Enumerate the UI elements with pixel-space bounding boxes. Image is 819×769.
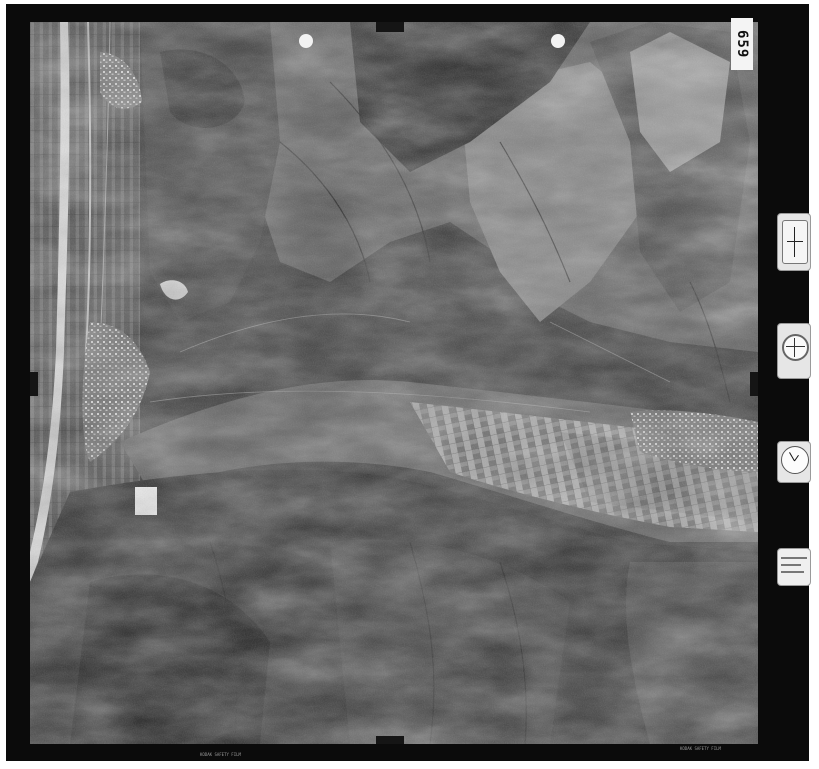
- terrain-image: [30, 22, 758, 744]
- note-scribble: [781, 564, 801, 566]
- note-scribble: [781, 571, 804, 573]
- fiducial-notch-top: [376, 22, 404, 32]
- film-edge-text-left: KODAK SAFETY FILM: [200, 752, 241, 757]
- film-edge-text-right: KODAK SAFETY FILM: [680, 746, 721, 751]
- aerial-photograph: [30, 22, 758, 744]
- handwritten-note-icon: [777, 548, 811, 586]
- note-scribble: [781, 557, 807, 559]
- frame-number: 659: [731, 18, 753, 70]
- fiducial-notch-right: [750, 372, 758, 396]
- altimeter-dial: [782, 220, 808, 264]
- clock-face: [781, 446, 809, 474]
- fiducial-mark-top-right: [551, 34, 565, 48]
- fiducial-notch-bottom: [376, 736, 404, 744]
- fiducial-notch-left: [30, 372, 38, 396]
- level-bubble-icon: [777, 323, 811, 379]
- crosshair-icon: [782, 334, 809, 361]
- fiducial-mark-top-left: [299, 34, 313, 48]
- clock-icon: [777, 441, 811, 483]
- altimeter-icon: [777, 213, 811, 271]
